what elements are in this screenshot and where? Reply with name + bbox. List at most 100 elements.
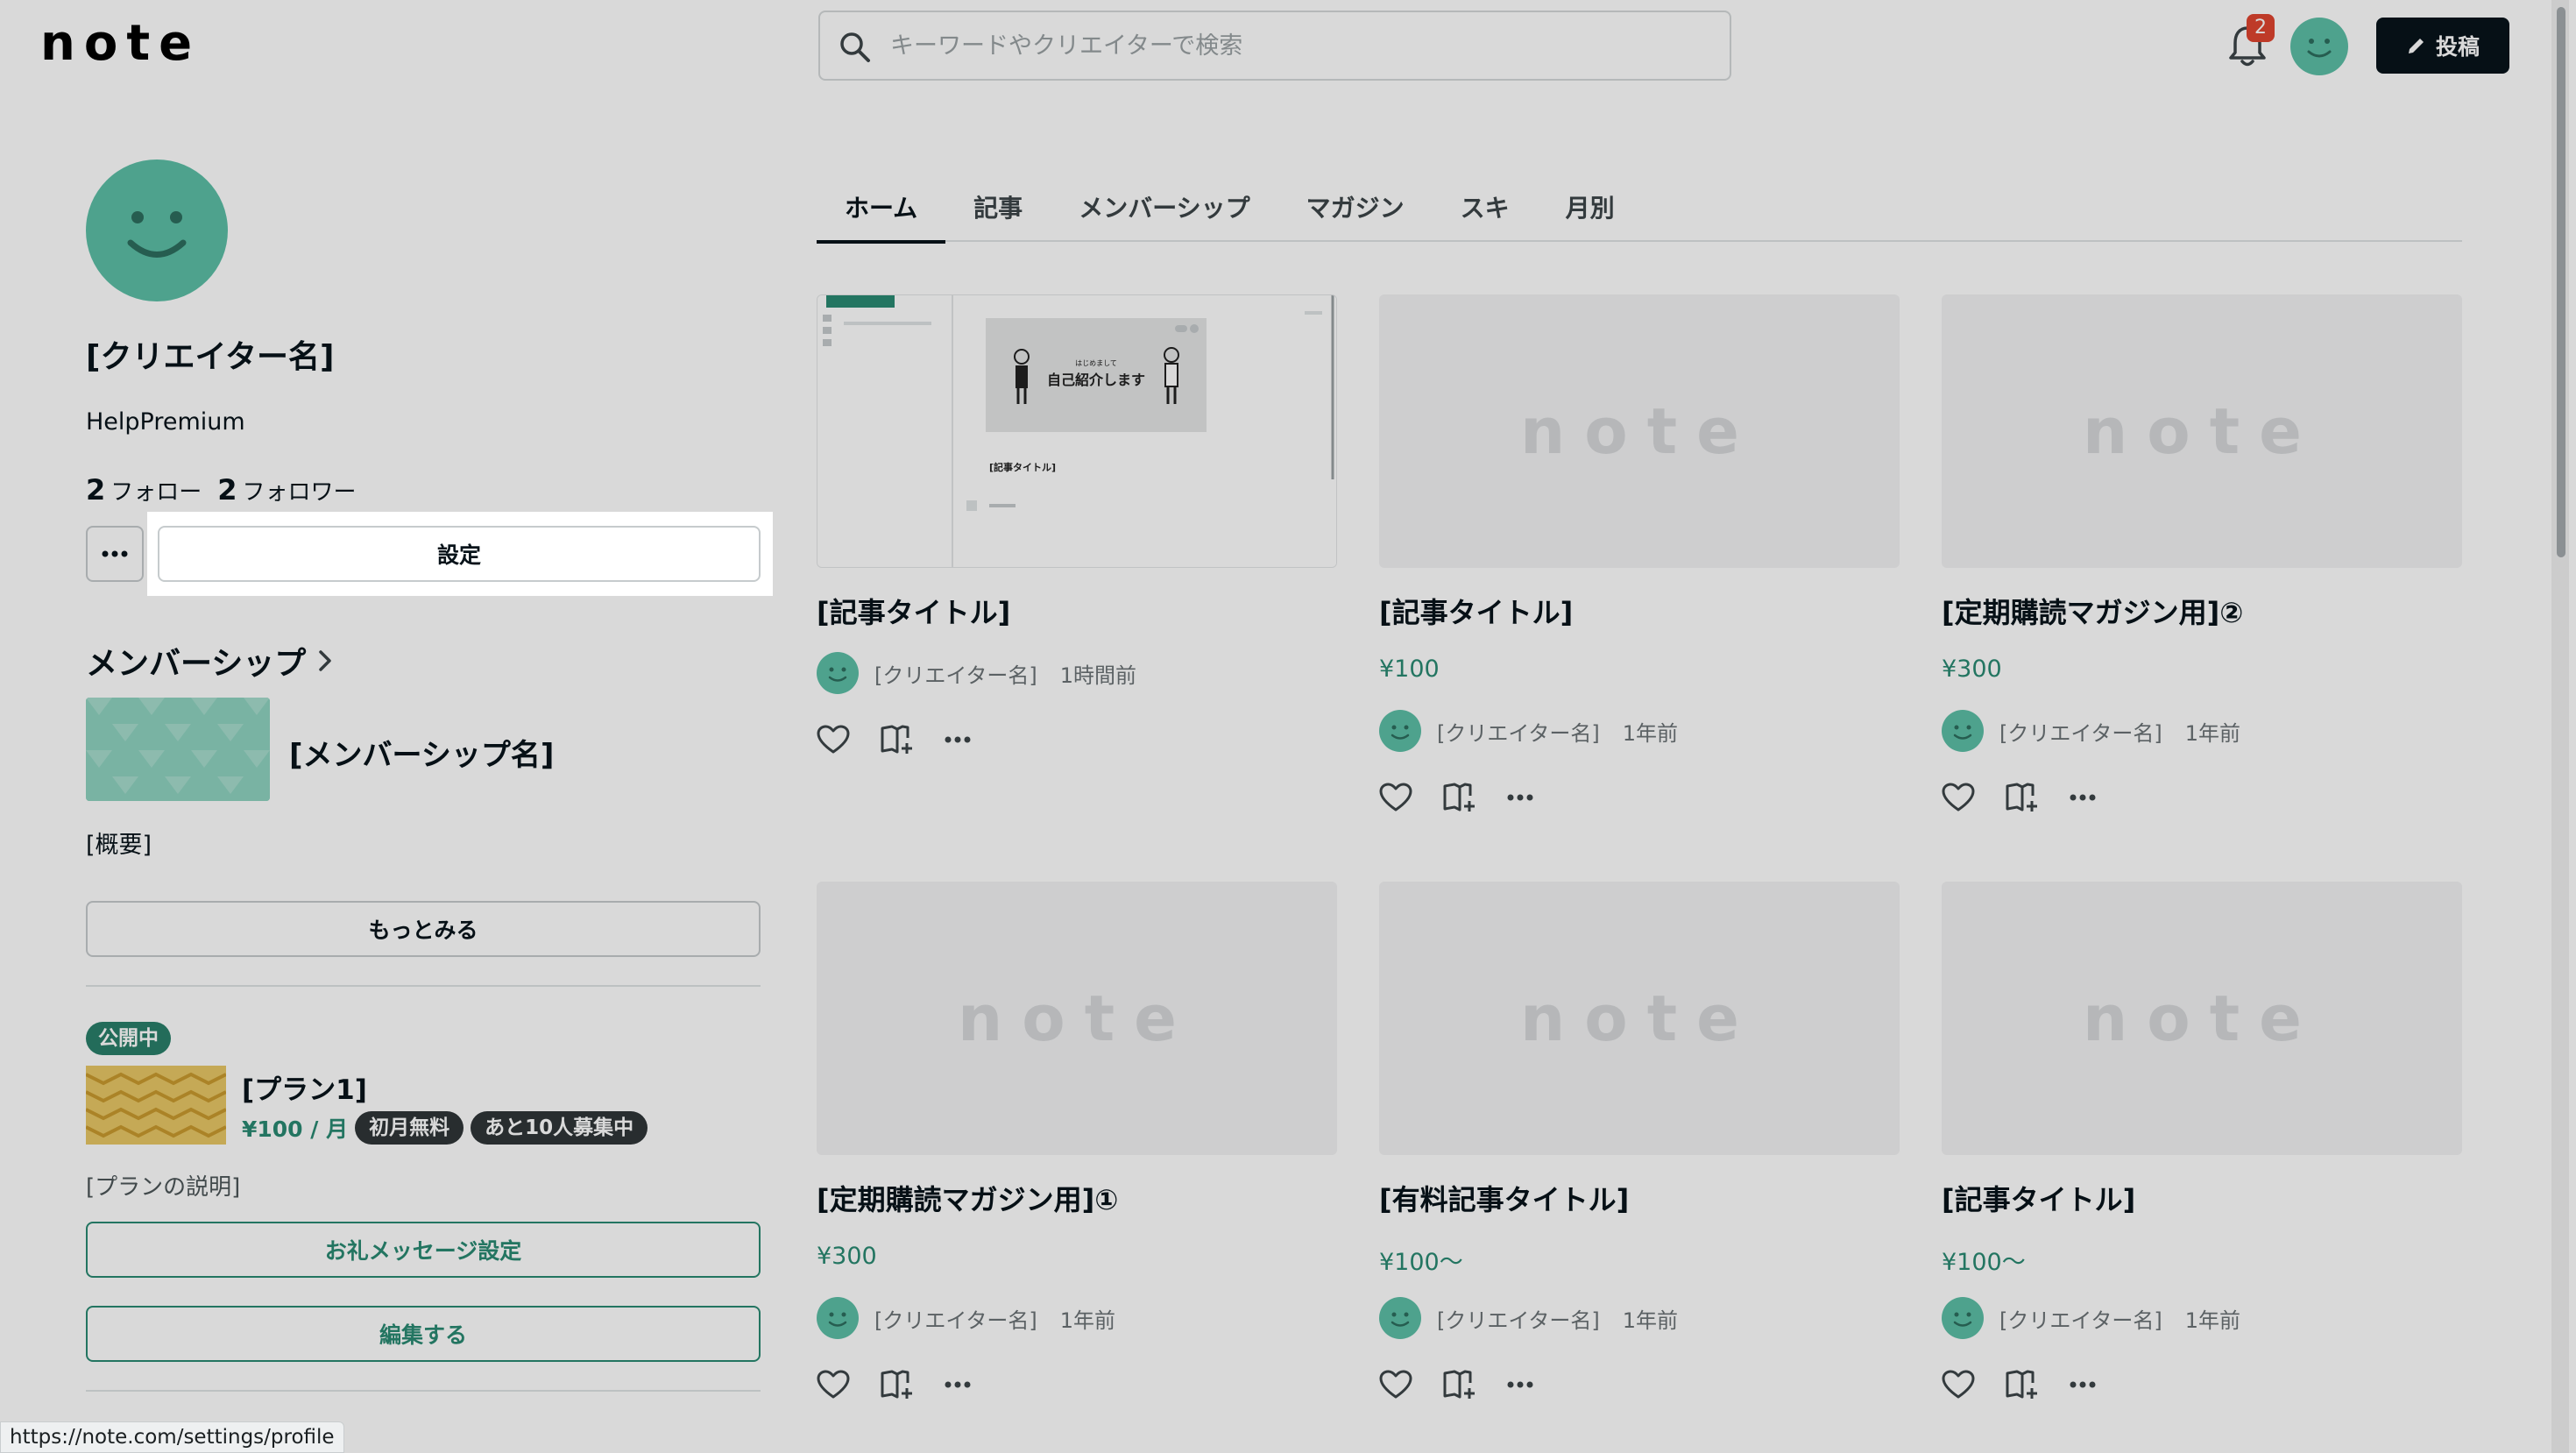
tab-likes[interactable]: スキ bbox=[1433, 172, 1538, 242]
article-thumbnail[interactable]: はじめまして 自己紹介します [記事タイトル] bbox=[817, 294, 1337, 568]
preview-caption: はじめまして bbox=[1075, 359, 1117, 367]
add-to-magazine-icon[interactable] bbox=[1442, 1369, 1477, 1400]
post-time: 1年前 bbox=[1622, 720, 1679, 746]
pencil-icon bbox=[2408, 39, 2424, 53]
post-time: 1年前 bbox=[1622, 1308, 1679, 1333]
creator-avatar[interactable] bbox=[1942, 1297, 1984, 1339]
ellipsis-icon[interactable] bbox=[2070, 794, 2096, 801]
article-thumbnail[interactable]: note bbox=[1942, 294, 2462, 568]
heart-icon[interactable] bbox=[817, 1370, 850, 1400]
heart-icon[interactable] bbox=[1379, 783, 1412, 812]
notification-badge: 2 bbox=[2247, 14, 2275, 42]
creator-name-link[interactable]: [クリエイター名] bbox=[874, 1303, 1037, 1334]
divider bbox=[86, 985, 761, 987]
article-thumbnail[interactable]: note bbox=[1379, 294, 1900, 568]
settings-button[interactable]: 設定 bbox=[158, 526, 761, 582]
add-to-magazine-icon[interactable] bbox=[880, 1369, 915, 1400]
tab-magazine[interactable]: マガジン bbox=[1278, 172, 1433, 242]
creator-name-link[interactable]: [クリエイター名] bbox=[874, 658, 1037, 689]
post-button-label: 投稿 bbox=[2435, 34, 2480, 60]
article-title[interactable]: [記事タイトル] bbox=[817, 591, 1010, 631]
article-price: ¥100〜 bbox=[1942, 1249, 2026, 1276]
post-time: 1時間前 bbox=[1059, 663, 1137, 688]
edit-plan-button[interactable]: 編集する bbox=[86, 1306, 761, 1362]
article-card[interactable]: はじめまして 自己紹介します [記事タイトル] [記事タイトル] [クリエイター… bbox=[817, 294, 1337, 768]
post-button[interactable]: 投稿 bbox=[2376, 18, 2509, 74]
ellipsis-icon[interactable] bbox=[1507, 1381, 1533, 1388]
article-actions bbox=[817, 1369, 971, 1400]
search-input[interactable] bbox=[890, 21, 1679, 70]
heart-icon[interactable] bbox=[1379, 1370, 1412, 1400]
membership-heading[interactable]: メンバーシップ bbox=[86, 638, 332, 684]
search-box[interactable] bbox=[818, 11, 1731, 81]
profile-avatar[interactable] bbox=[86, 159, 228, 301]
divider bbox=[86, 1390, 761, 1392]
note-placeholder-logo: note bbox=[1520, 394, 1759, 468]
ellipsis-icon[interactable] bbox=[1507, 794, 1533, 801]
user-avatar[interactable] bbox=[2290, 18, 2348, 75]
article-thumbnail[interactable]: note bbox=[817, 882, 1337, 1155]
creator-name-link[interactable]: [クリエイター名] bbox=[1999, 716, 2162, 747]
membership-thumbnail[interactable] bbox=[86, 698, 270, 801]
heart-icon[interactable] bbox=[1942, 1370, 1975, 1400]
ellipsis-icon[interactable] bbox=[945, 736, 971, 743]
see-more-button[interactable]: もっとみる bbox=[86, 901, 761, 957]
add-to-magazine-icon[interactable] bbox=[2005, 1369, 2040, 1400]
membership-description: [概要] bbox=[86, 832, 152, 859]
tab-home[interactable]: ホーム bbox=[817, 172, 946, 244]
ellipsis-icon[interactable] bbox=[2070, 1381, 2096, 1388]
article-title[interactable]: [記事タイトル] bbox=[1942, 1178, 2135, 1218]
article-card[interactable]: note [記事タイトル] ¥100〜 [クリエイター名] 1年前 bbox=[1942, 882, 2462, 1407]
article-card[interactable]: note [定期購読マガジン用]② ¥300 [クリエイター名] 1年前 bbox=[1942, 294, 2462, 820]
creator-avatar[interactable] bbox=[817, 1297, 859, 1339]
scrollbar-thumb[interactable] bbox=[2557, 7, 2565, 557]
article-title[interactable]: [定期購読マガジン用]① bbox=[817, 1178, 1118, 1218]
article-card[interactable]: note [定期購読マガジン用]① ¥300 [クリエイター名] 1年前 bbox=[817, 882, 1337, 1407]
article-card[interactable]: note [有料記事タイトル] ¥100〜 [クリエイター名] 1年前 bbox=[1379, 882, 1900, 1407]
post-time: 1年前 bbox=[2184, 1308, 2241, 1333]
article-meta: [クリエイター名] 1年前 bbox=[1942, 710, 2240, 752]
membership-name[interactable]: [メンバーシップ名] bbox=[289, 731, 554, 774]
article-price: ¥100〜 bbox=[1379, 1249, 1463, 1276]
add-to-magazine-icon[interactable] bbox=[880, 724, 915, 755]
tab-membership[interactable]: メンバーシップ bbox=[1051, 172, 1277, 242]
creator-avatar[interactable] bbox=[1942, 710, 1984, 752]
follower-count: 2 bbox=[217, 473, 237, 507]
heart-icon[interactable] bbox=[817, 725, 850, 755]
creator-name-link[interactable]: [クリエイター名] bbox=[1437, 1303, 1600, 1334]
article-title[interactable]: [記事タイトル] bbox=[1379, 591, 1573, 631]
tab-articles[interactable]: 記事 bbox=[945, 172, 1051, 242]
status-badge: 公開中 bbox=[86, 1022, 171, 1055]
article-title[interactable]: [定期購読マガジン用]② bbox=[1942, 591, 2243, 631]
add-to-magazine-icon[interactable] bbox=[2005, 782, 2040, 813]
article-thumbnail[interactable]: note bbox=[1379, 882, 1900, 1155]
creator-name-link[interactable]: [クリエイター名] bbox=[1437, 716, 1600, 747]
more-options-button[interactable] bbox=[86, 526, 144, 582]
tab-monthly[interactable]: 月別 bbox=[1538, 172, 1643, 242]
article-actions bbox=[1942, 782, 2096, 813]
follow-label: フォロー bbox=[110, 479, 202, 506]
free-first-month-badge: 初月無料 bbox=[355, 1111, 464, 1145]
follower-link[interactable]: 2 フォロワー bbox=[217, 473, 356, 507]
creator-avatar[interactable] bbox=[1379, 1297, 1421, 1339]
creator-avatar[interactable] bbox=[817, 652, 859, 694]
note-logo[interactable]: note bbox=[40, 19, 201, 68]
creator-avatar[interactable] bbox=[1379, 710, 1421, 752]
follow-stats: 2 フォロー 2 フォロワー bbox=[86, 473, 357, 507]
ellipsis-icon[interactable] bbox=[945, 1381, 971, 1388]
article-meta: [クリエイター名] 1年前 bbox=[817, 1297, 1115, 1339]
creator-name: [クリエイター名] bbox=[86, 339, 335, 375]
article-meta: [クリエイター名] 1年前 bbox=[1942, 1297, 2240, 1339]
note-placeholder-logo: note bbox=[2083, 982, 2321, 1055]
article-thumbnail[interactable]: note bbox=[1942, 882, 2462, 1155]
thanks-message-settings-button[interactable]: お礼メッセージ設定 bbox=[86, 1222, 761, 1278]
add-to-magazine-icon[interactable] bbox=[1442, 782, 1477, 813]
plan-price: ¥100 / 月 bbox=[242, 1116, 349, 1142]
article-actions bbox=[817, 724, 971, 755]
profile-tabs: ホーム 記事 メンバーシップ マガジン スキ 月別 bbox=[817, 172, 2462, 244]
creator-name-link[interactable]: [クリエイター名] bbox=[1999, 1303, 2162, 1334]
article-title[interactable]: [有料記事タイトル] bbox=[1379, 1178, 1629, 1218]
follow-link[interactable]: 2 フォロー bbox=[86, 473, 202, 507]
article-card[interactable]: note [記事タイトル] ¥100 [クリエイター名] 1年前 bbox=[1379, 294, 1900, 820]
heart-icon[interactable] bbox=[1942, 783, 1975, 812]
